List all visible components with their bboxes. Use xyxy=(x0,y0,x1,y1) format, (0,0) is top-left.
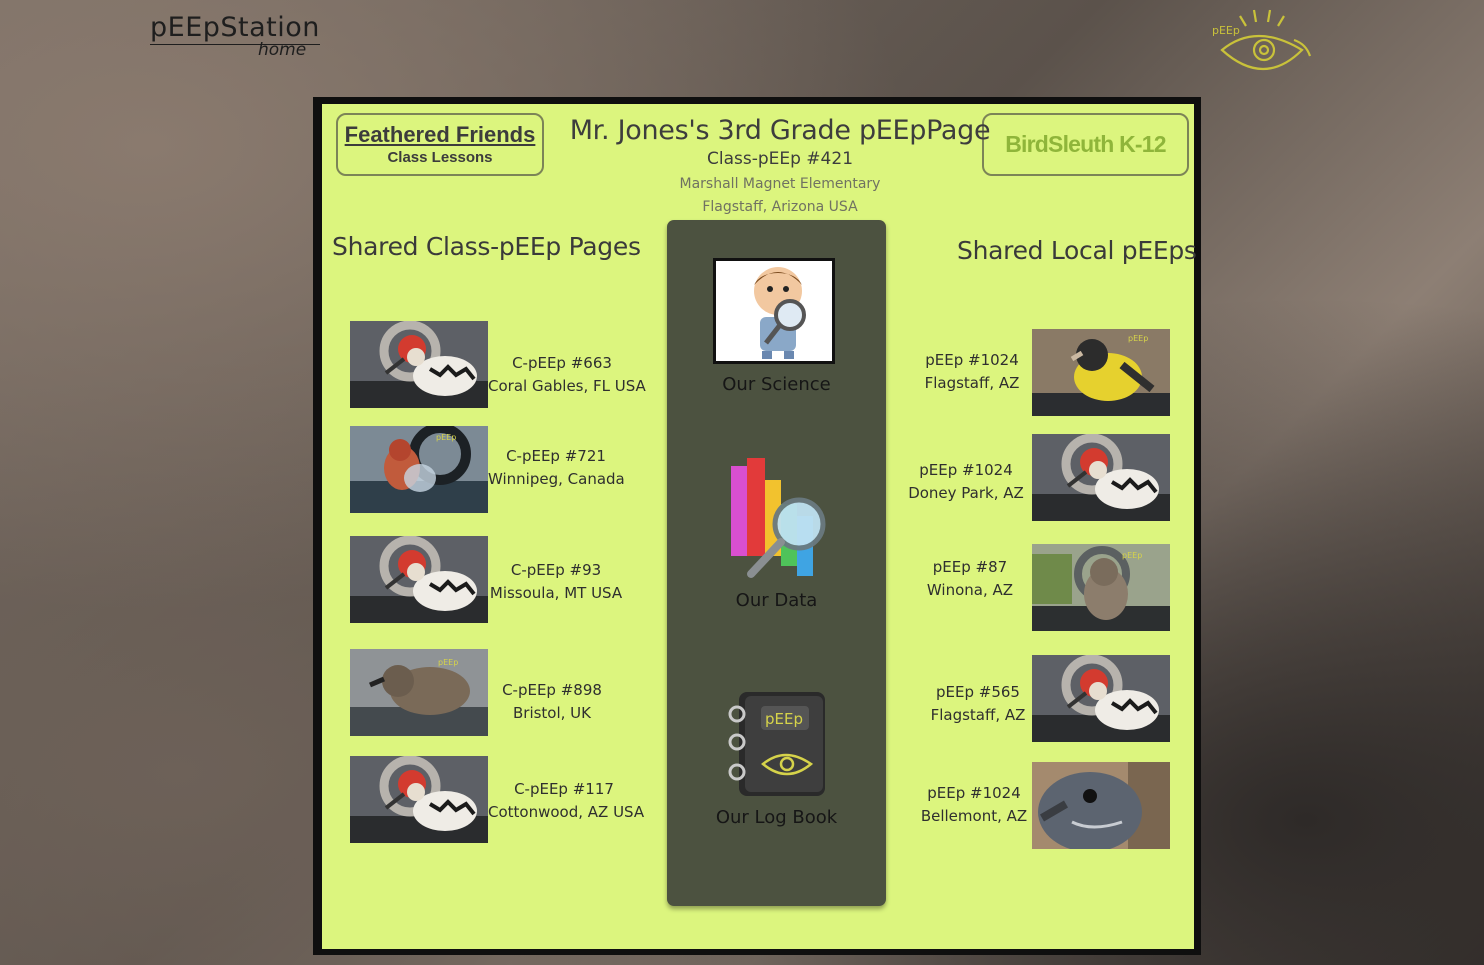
our-log-book-link[interactable]: Our Log Book xyxy=(667,807,886,828)
class-peep-location[interactable]: Cottonwood, AZ USA xyxy=(488,801,644,824)
svg-text:pEEp: pEEp xyxy=(436,433,456,442)
class-peep-location[interactable]: Winnipeg, Canada xyxy=(488,468,625,491)
local-peep-id[interactable]: pEEp #87 xyxy=(922,556,1018,579)
site-logo[interactable]: pEEpStation home xyxy=(150,12,320,60)
magnifier-boy-icon xyxy=(754,267,806,359)
local-peep-caption[interactable]: pEEp #1024 Bellemont, AZ xyxy=(918,782,1030,828)
our-science-image[interactable] xyxy=(713,258,835,364)
class-peep-location[interactable]: Missoula, MT USA xyxy=(488,582,624,605)
feathered-friends-button[interactable]: Feathered Friends Class Lessons xyxy=(336,113,544,176)
class-peep-thumbnail[interactable]: pEEp xyxy=(350,649,488,736)
class-tools-column: Our Science Our Data pEEp Our Log Book xyxy=(667,220,886,906)
class-peep-caption[interactable]: C-pEEp #721 Winnipeg, Canada xyxy=(488,445,625,491)
class-peep-id[interactable]: C-pEEp #721 xyxy=(488,445,624,468)
shared-class-pages-heading: Shared Class-pEEp Pages xyxy=(332,232,641,261)
class-peep-caption[interactable]: C-pEEp #898 Bristol, UK xyxy=(494,679,610,725)
class-peep-thumbnail[interactable] xyxy=(350,321,488,408)
class-peep-thumbnail[interactable] xyxy=(350,536,488,623)
our-science-link[interactable]: Our Science xyxy=(667,374,886,395)
local-peep-location[interactable]: Bellemont, AZ xyxy=(918,805,1030,828)
local-peep-caption[interactable]: pEEp #1024 Flagstaff, AZ xyxy=(914,349,1030,395)
eye-logo-text: pEEp xyxy=(1212,24,1240,37)
goldfinch-thumbnail-icon: pEEp xyxy=(1032,329,1170,416)
class-peep-caption[interactable]: C-pEEp #663 Coral Gables, FL USA xyxy=(488,352,646,398)
local-peep-thumbnail[interactable] xyxy=(1032,655,1170,742)
woodpecker-thumbnail-icon xyxy=(1032,434,1170,521)
shared-local-peeps-heading: Shared Local pEEps xyxy=(957,236,1197,265)
school-location: Flagstaff, Arizona USA xyxy=(702,199,858,215)
peep-eye-logo-icon[interactable]: pEEp xyxy=(1206,4,1314,86)
school-name: Marshall Magnet Elementary xyxy=(679,176,881,192)
bar-chart-magnifier-icon[interactable] xyxy=(727,454,831,580)
local-peep-location[interactable]: Doney Park, AZ xyxy=(904,482,1028,505)
svg-text:pEEp: pEEp xyxy=(1122,551,1142,560)
local-peep-caption[interactable]: pEEp #87 Winona, AZ xyxy=(922,556,1018,602)
local-peep-thumbnail[interactable] xyxy=(1032,762,1170,849)
local-peep-id[interactable]: pEEp #1024 xyxy=(914,349,1030,372)
class-peep-id[interactable]: C-pEEp #93 xyxy=(488,559,624,582)
class-peep-caption[interactable]: C-pEEp #117 Cottonwood, AZ USA xyxy=(488,778,644,824)
class-peep-location[interactable]: Coral Gables, FL USA xyxy=(488,375,646,398)
sparrow-thumbnail-icon: pEEp xyxy=(350,649,488,736)
class-peep-id[interactable]: C-pEEp #117 xyxy=(488,778,640,801)
bird-closeup-thumbnail-icon xyxy=(1032,762,1170,849)
local-peep-thumbnail[interactable]: pEEp xyxy=(1032,329,1170,416)
woodpecker-thumbnail-icon xyxy=(350,756,488,843)
local-peep-caption[interactable]: pEEp #565 Flagstaff, AZ xyxy=(926,681,1030,727)
feathered-friends-title[interactable]: Feathered Friends xyxy=(338,122,542,148)
class-peep-caption[interactable]: C-pEEp #93 Missoula, MT USA xyxy=(488,559,624,605)
class-lessons-label: Class Lessons xyxy=(387,149,493,166)
local-peep-location[interactable]: Flagstaff, AZ xyxy=(914,372,1030,395)
class-peep-thumbnail[interactable]: pEEp xyxy=(350,426,488,513)
class-peep-location[interactable]: Bristol, UK xyxy=(494,702,610,725)
woodpecker-thumbnail-icon xyxy=(350,321,488,408)
class-peep-thumbnail[interactable] xyxy=(350,756,488,843)
local-peep-location[interactable]: Flagstaff, AZ xyxy=(926,704,1030,727)
page-title: Mr. Jones's 3rd Grade pEEpPage xyxy=(569,115,991,146)
woodpecker-thumbnail-icon xyxy=(350,536,488,623)
birdsleuth-button[interactable]: BirdSleuth K-12 xyxy=(982,113,1189,176)
svg-text:pEEp: pEEp xyxy=(1128,334,1148,343)
local-peep-id[interactable]: pEEp #1024 xyxy=(918,782,1030,805)
local-peep-thumbnail[interactable]: pEEp xyxy=(1032,544,1170,631)
home-link[interactable]: home xyxy=(258,40,306,60)
log-book-text: pEEp xyxy=(765,710,803,728)
our-data-link[interactable]: Our Data xyxy=(667,590,886,611)
log-book-icon[interactable]: pEEp xyxy=(723,686,831,802)
woodpecker-thumbnail-icon xyxy=(1032,655,1170,742)
class-id: Class-pEEp #421 xyxy=(706,149,854,169)
birdsleuth-label: BirdSleuth K-12 xyxy=(1005,131,1166,157)
local-peep-location[interactable]: Winona, AZ xyxy=(922,579,1018,602)
finch-thumbnail-icon: pEEp xyxy=(350,426,488,513)
local-peep-id[interactable]: pEEp #565 xyxy=(926,681,1030,704)
sparrow-thumbnail-icon: pEEp xyxy=(1032,544,1170,631)
class-peep-id[interactable]: C-pEEp #663 xyxy=(488,352,636,375)
local-peep-id[interactable]: pEEp #1024 xyxy=(904,459,1028,482)
class-peep-id[interactable]: C-pEEp #898 xyxy=(494,679,610,702)
local-peep-caption[interactable]: pEEp #1024 Doney Park, AZ xyxy=(904,459,1028,505)
svg-text:pEEp: pEEp xyxy=(438,658,458,667)
local-peep-thumbnail[interactable] xyxy=(1032,434,1170,521)
